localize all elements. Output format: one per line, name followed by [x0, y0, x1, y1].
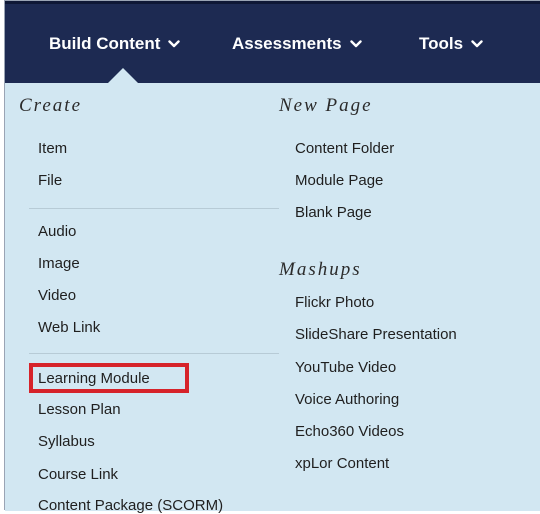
tab-assessments[interactable]: Assessments	[232, 4, 362, 83]
menu-item-item[interactable]: Item	[38, 140, 67, 157]
highlight-box-learning-module	[29, 363, 189, 393]
menu-item-echo360-videos[interactable]: Echo360 Videos	[295, 423, 404, 440]
section-heading-new-page: New Page	[279, 95, 373, 116]
chevron-down-icon	[349, 3, 362, 82]
divider	[29, 353, 279, 354]
menu-item-file[interactable]: File	[38, 172, 62, 189]
chevron-down-icon	[168, 3, 181, 82]
menu-item-slideshare-presentation[interactable]: SlideShare Presentation	[295, 326, 457, 343]
menu-item-web-link[interactable]: Web Link	[38, 319, 100, 336]
menu-item-video[interactable]: Video	[38, 287, 76, 304]
menu-item-xplor-content[interactable]: xpLor Content	[295, 455, 389, 472]
divider	[29, 208, 279, 209]
section-heading-mashups: Mashups	[279, 259, 362, 280]
course-nav-bar: Build Content Assessments Tools	[5, 1, 540, 85]
tab-tools[interactable]: Tools	[419, 4, 483, 83]
tab-assessments-label: Assessments	[232, 34, 342, 53]
chevron-down-icon	[471, 3, 483, 82]
menu-item-audio[interactable]: Audio	[38, 223, 76, 240]
menu-item-youtube-video[interactable]: YouTube Video	[295, 359, 396, 376]
menu-item-content-folder[interactable]: Content Folder	[295, 140, 394, 157]
menu-item-voice-authoring[interactable]: Voice Authoring	[295, 391, 399, 408]
menu-item-lesson-plan[interactable]: Lesson Plan	[38, 401, 121, 418]
menu-item-blank-page[interactable]: Blank Page	[295, 204, 372, 221]
content-menu-frame: Build Content Assessments Tools Create I…	[4, 0, 540, 514]
tab-build-content-label: Build Content	[49, 34, 161, 53]
build-content-dropdown: Create Item File Audio Image Video Web L…	[5, 83, 540, 514]
menu-item-syllabus[interactable]: Syllabus	[38, 433, 95, 450]
menu-item-module-page[interactable]: Module Page	[295, 172, 383, 189]
menu-item-flickr-photo[interactable]: Flickr Photo	[295, 294, 374, 311]
menu-item-course-link[interactable]: Course Link	[38, 466, 118, 483]
menu-item-image[interactable]: Image	[38, 255, 80, 272]
section-heading-create: Create	[19, 95, 83, 116]
menu-item-content-package-scorm[interactable]: Content Package (SCORM)	[38, 497, 223, 514]
tab-tools-label: Tools	[419, 34, 464, 53]
